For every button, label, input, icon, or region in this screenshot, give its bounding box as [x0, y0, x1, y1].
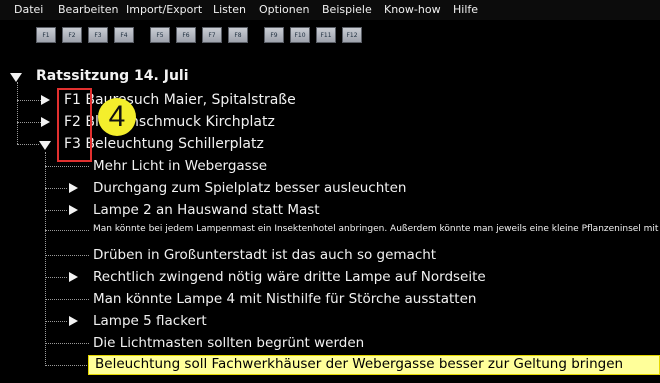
tree-child-item[interactable]: Lampe 5 flackert — [93, 313, 207, 329]
f10-button[interactable]: F10 — [290, 27, 310, 43]
tree-connector — [45, 343, 89, 344]
f7-button[interactable]: F7 — [202, 27, 222, 43]
menu-optionen[interactable]: Optionen — [259, 3, 309, 16]
f8-button[interactable]: F8 — [228, 27, 248, 43]
selected-tree-item-label: Beleuchtung soll Fachwerkhäuser der Webe… — [95, 356, 624, 372]
menu-hilfe[interactable]: Hilfe — [453, 3, 478, 16]
collapse-icon[interactable] — [10, 73, 22, 82]
expand-icon[interactable] — [41, 95, 50, 105]
tree-item-f3[interactable]: F3 Beleuchtung Schillerplatz — [64, 136, 264, 152]
function-key-toolbar: F1 F2 F3 F4 F5 F6 F7 F8 F9 F10 F11 F12 — [0, 20, 660, 54]
tree-child-item[interactable]: Die Lichtmasten sollten begrünt werden — [93, 335, 364, 351]
tree-connector — [45, 152, 46, 366]
step-number-badge: 4 — [98, 98, 136, 136]
tree-connector — [45, 188, 67, 189]
f9-button[interactable]: F9 — [264, 27, 284, 43]
tree-connector — [45, 277, 67, 278]
tree-connector — [45, 230, 89, 231]
collapse-icon[interactable] — [39, 141, 51, 150]
expand-icon[interactable] — [69, 316, 78, 326]
expand-icon[interactable] — [69, 205, 78, 215]
tree-connector — [45, 299, 89, 300]
tree-child-item[interactable]: Lampe 2 an Hauswand statt Mast — [93, 202, 320, 218]
menu-import-export[interactable]: Import/Export — [126, 3, 202, 16]
f11-button[interactable]: F11 — [316, 27, 336, 43]
tree-child-item[interactable]: Durchgang zum Spielplatz besser ausleuch… — [93, 180, 406, 196]
annotation-highlight-box — [57, 88, 92, 162]
tree-child-item[interactable]: Rechtlich zwingend nötig wäre dritte Lam… — [93, 269, 486, 285]
tree-child-item[interactable]: Drüben in Großunterstadt ist das auch so… — [93, 247, 436, 263]
tree-connector — [17, 122, 41, 123]
tree-item-f1[interactable]: F1 Bauresuch Maier, Spitalstraße — [64, 92, 296, 108]
menu-know-how[interactable]: Know-how — [384, 3, 441, 16]
menu-bar: Datei Bearbeiten Import/Export Listen Op… — [0, 0, 660, 20]
tree-connector — [45, 321, 67, 322]
tree-connector — [45, 210, 67, 211]
menu-listen[interactable]: Listen — [213, 3, 246, 16]
f4-button[interactable]: F4 — [114, 27, 134, 43]
expand-icon[interactable] — [41, 117, 50, 127]
expand-icon[interactable] — [69, 272, 78, 282]
tree-connector — [45, 365, 89, 366]
tree-root-label[interactable]: Ratssitzung 14. Juli — [36, 68, 189, 84]
tree-connector — [17, 82, 18, 144]
selected-tree-item[interactable]: Beleuchtung soll Fachwerkhäuser der Webe… — [88, 355, 660, 375]
f12-button[interactable]: F12 — [342, 27, 362, 43]
f6-button[interactable]: F6 — [176, 27, 196, 43]
tree-child-item[interactable]: Man könnte Lampe 4 mit Nisthilfe für Stö… — [93, 291, 476, 307]
f1-button[interactable]: F1 — [36, 27, 56, 43]
menu-bearbeiten[interactable]: Bearbeiten — [58, 3, 118, 16]
f2-button[interactable]: F2 — [62, 27, 82, 43]
tree-connector — [45, 166, 89, 167]
f5-button[interactable]: F5 — [150, 27, 170, 43]
tree-child-note[interactable]: Man könnte bei jedem Lampenmast ein Inse… — [93, 224, 658, 234]
expand-icon[interactable] — [69, 183, 78, 193]
tree-connector — [17, 144, 39, 145]
tree-connector — [17, 100, 41, 101]
tree-item-f2[interactable]: F2 Blumenschmuck Kirchplatz — [64, 114, 275, 130]
menu-datei[interactable]: Datei — [14, 3, 43, 16]
menu-beispiele[interactable]: Beispiele — [322, 3, 372, 16]
tree-child-item[interactable]: Mehr Licht in Webergasse — [93, 158, 267, 174]
f3-button[interactable]: F3 — [88, 27, 108, 43]
tree-connector — [45, 255, 89, 256]
